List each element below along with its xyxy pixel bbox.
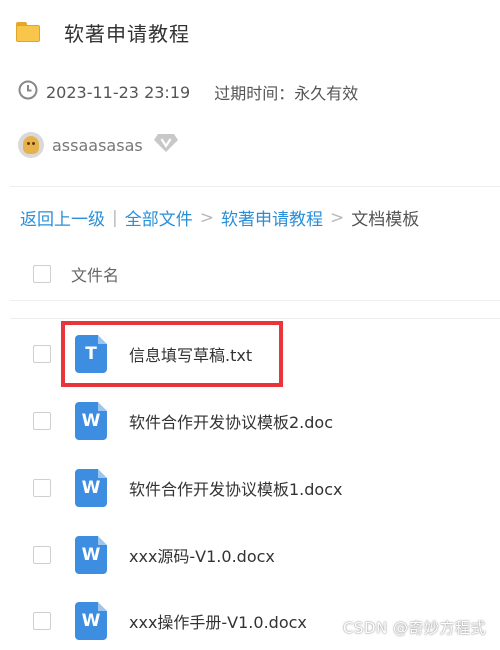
column-filename: 文件名 bbox=[71, 266, 120, 285]
file-checkbox[interactable] bbox=[33, 412, 51, 430]
all-files-link[interactable]: 全部文件 bbox=[125, 205, 193, 230]
file-icon-letter: W bbox=[81, 411, 101, 431]
back-link[interactable]: 返回上一级 bbox=[20, 205, 105, 230]
file-checkbox[interactable] bbox=[33, 546, 51, 564]
file-name[interactable]: xxx操作手册-V1.0.docx bbox=[129, 609, 307, 633]
vip-diamond-icon bbox=[153, 133, 179, 157]
word-file-icon: W bbox=[75, 536, 107, 574]
clock-icon bbox=[18, 80, 38, 104]
breadcrumb-separator: > bbox=[199, 207, 214, 228]
file-name[interactable]: 信息填写草稿.txt bbox=[129, 342, 252, 366]
divider bbox=[10, 300, 500, 301]
file-row[interactable]: W xxx源码-V1.0.docx bbox=[33, 531, 275, 579]
file-checkbox[interactable] bbox=[33, 479, 51, 497]
breadcrumb: 返回上一级 | 全部文件 > 软著申请教程 > 文档模板 bbox=[20, 205, 420, 231]
file-checkbox[interactable] bbox=[33, 612, 51, 630]
share-date: 2023-11-23 23:19 bbox=[46, 82, 191, 102]
divider bbox=[10, 186, 500, 187]
expire-value: 永久有效 bbox=[294, 84, 359, 103]
word-file-icon: W bbox=[75, 402, 107, 440]
username[interactable]: assaasasas bbox=[52, 136, 143, 155]
file-name[interactable]: 软件合作开发协议模板1.docx bbox=[129, 476, 342, 500]
file-row[interactable]: W 软件合作开发协议模板1.docx bbox=[33, 464, 342, 512]
file-row[interactable]: W xxx操作手册-V1.0.docx bbox=[33, 597, 307, 645]
txt-file-icon: T bbox=[75, 335, 107, 373]
current-folder: 文档模板 bbox=[351, 210, 420, 230]
watermark: CSDN @奇妙方程式 bbox=[342, 619, 486, 637]
expire-label: 过期时间： bbox=[214, 84, 295, 103]
breadcrumb-separator: | bbox=[112, 207, 118, 228]
share-meta: 2023-11-23 23:19 过期时间： 永久有效 bbox=[18, 80, 358, 104]
file-icon-letter: W bbox=[81, 478, 101, 498]
folder-link[interactable]: 软著申请教程 bbox=[221, 205, 323, 230]
file-icon-letter: W bbox=[81, 545, 101, 565]
folder-icon bbox=[16, 22, 40, 42]
list-header: 文件名 bbox=[33, 262, 119, 286]
file-name[interactable]: 软件合作开发协议模板2.doc bbox=[129, 409, 333, 433]
breadcrumb-separator: > bbox=[329, 207, 345, 228]
file-icon-letter: W bbox=[81, 611, 101, 631]
share-header: 软著申请教程 bbox=[16, 14, 190, 50]
avatar[interactable] bbox=[18, 132, 44, 158]
share-title: 软著申请教程 bbox=[64, 21, 190, 46]
word-file-icon: W bbox=[75, 469, 107, 507]
divider bbox=[10, 318, 500, 319]
file-row[interactable]: W 软件合作开发协议模板2.doc bbox=[33, 397, 333, 445]
file-name[interactable]: xxx源码-V1.0.docx bbox=[129, 543, 275, 567]
file-icon-letter: T bbox=[85, 344, 97, 364]
select-all-checkbox[interactable] bbox=[33, 265, 51, 283]
file-checkbox[interactable] bbox=[33, 345, 51, 363]
word-file-icon: W bbox=[75, 602, 107, 640]
file-row[interactable]: T 信息填写草稿.txt bbox=[33, 330, 252, 378]
sharer-info: assaasasas bbox=[18, 132, 179, 158]
